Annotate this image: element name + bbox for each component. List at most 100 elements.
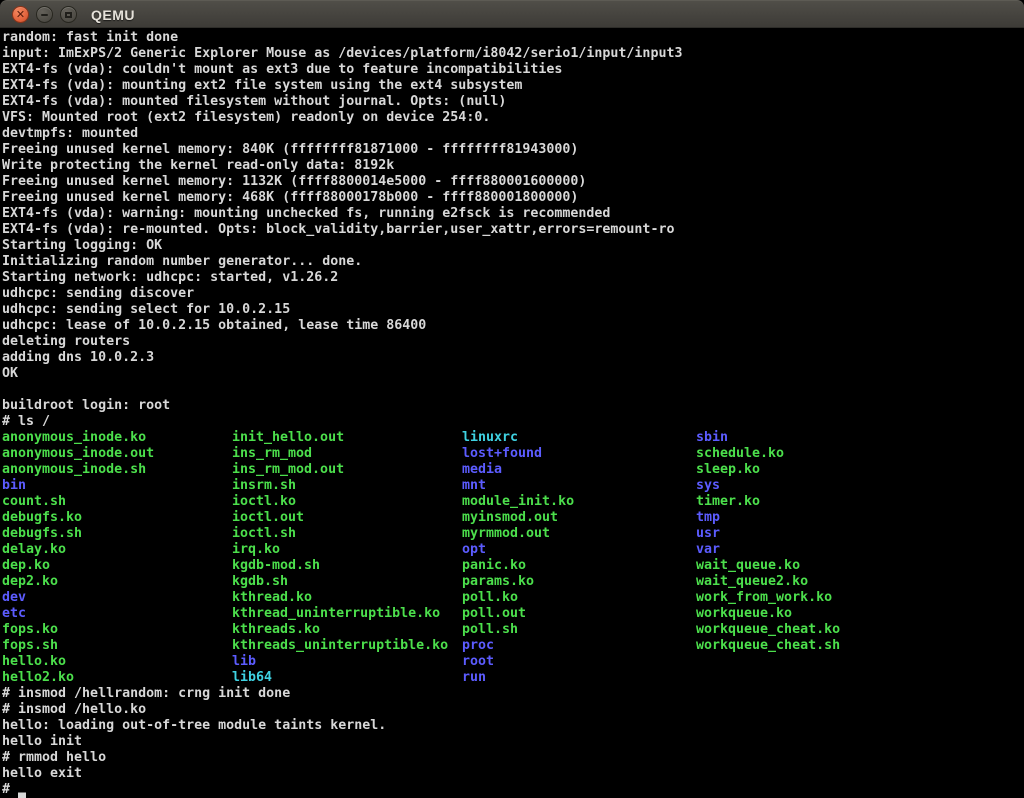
ls-entry: lib — [232, 654, 448, 670]
console-line: Starting network: udhcpc: started, v1.26… — [2, 270, 1024, 286]
ls-entry: usr — [696, 526, 840, 542]
console-line: EXT4-fs (vda): couldn't mount as ext3 du… — [2, 62, 1024, 78]
close-button[interactable]: ✕ — [12, 6, 29, 23]
maximize-button[interactable] — [60, 6, 77, 23]
ls-entry: root — [462, 654, 574, 670]
ls-entry: hello.ko — [2, 654, 154, 670]
ls-entry: poll.out — [462, 606, 574, 622]
ls-entry: workqueue.ko — [696, 606, 840, 622]
console-line: EXT4-fs (vda): mounting ext2 file system… — [2, 78, 1024, 94]
ls-entry: debugfs.sh — [2, 526, 154, 542]
ls-entry: ioctl.ko — [232, 494, 448, 510]
minimize-button[interactable] — [36, 6, 53, 23]
console-line: Freeing unused kernel memory: 1132K (fff… — [2, 174, 1024, 190]
console-line — [2, 382, 1024, 398]
ls-entry: ioctl.sh — [232, 526, 448, 542]
ls-entry: opt — [462, 542, 574, 558]
ls-entry: media — [462, 462, 574, 478]
ls-entry: irq.ko — [232, 542, 448, 558]
ls-entry: kthreads_uninterruptible.ko — [232, 638, 448, 654]
ls-column-1: anonymous_inode.koanonymous_inode.outano… — [2, 430, 154, 686]
ls-entry: bin — [2, 478, 154, 494]
ls-entry: delay.ko — [2, 542, 154, 558]
ls-entry: sleep.ko — [696, 462, 840, 478]
ls-entry: kthread.ko — [232, 590, 448, 606]
ls-entry: sys — [696, 478, 840, 494]
console-line: udhcpc: lease of 10.0.2.15 obtained, lea… — [2, 318, 1024, 334]
ls-entry: work_from_work.ko — [696, 590, 840, 606]
ls-entry: ins_rm_mod.out — [232, 462, 448, 478]
ls-entry: fops.sh — [2, 638, 154, 654]
console-line: Initializing random number generator... … — [2, 254, 1024, 270]
console-line: hello: loading out-of-tree module taints… — [2, 718, 1024, 734]
window-controls: ✕ — [12, 6, 77, 23]
console-line: OK — [2, 366, 1024, 382]
console-line: udhcpc: sending discover — [2, 286, 1024, 302]
ls-entry: mnt — [462, 478, 574, 494]
ls-entry: init_hello.out — [232, 430, 448, 446]
console-line: input: ImExPS/2 Generic Explorer Mouse a… — [2, 46, 1024, 62]
ls-entry: kthread_uninterruptible.ko — [232, 606, 448, 622]
ls-entry: kgdb-mod.sh — [232, 558, 448, 574]
ls-entry: insrm.sh — [232, 478, 448, 494]
console-line: Starting logging: OK — [2, 238, 1024, 254]
ls-entry: schedule.ko — [696, 446, 840, 462]
ls-entry: sbin — [696, 430, 840, 446]
console-line: udhcpc: sending select for 10.0.2.15 — [2, 302, 1024, 318]
ls-entry: anonymous_inode.ko — [2, 430, 154, 446]
console-line: devtmpfs: mounted — [2, 126, 1024, 142]
ls-entry: debugfs.ko — [2, 510, 154, 526]
ls-entry: count.sh — [2, 494, 154, 510]
ls-entry: panic.ko — [462, 558, 574, 574]
console-line: random: fast init done — [2, 30, 1024, 46]
ls-entry: linuxrc — [462, 430, 574, 446]
ls-entry: anonymous_inode.out — [2, 446, 154, 462]
console-line: # ls / — [2, 414, 1024, 430]
terminal-screen[interactable]: random: fast init doneinput: ImExPS/2 Ge… — [0, 28, 1024, 796]
console-line: deleting routers — [2, 334, 1024, 350]
ls-entry: module_init.ko — [462, 494, 574, 510]
ls-entry: run — [462, 670, 574, 686]
shell-log: # insmod /hellrandom: crng init done# in… — [2, 686, 1024, 782]
maximize-icon — [65, 12, 72, 18]
ls-column-4: sbinschedule.kosleep.kosystimer.kotmpusr… — [696, 430, 840, 654]
ls-entry: etc — [2, 606, 154, 622]
console-line: EXT4-fs (vda): mounted filesystem withou… — [2, 94, 1024, 110]
window-titlebar[interactable]: ✕ QEMU — [0, 0, 1024, 28]
console-line: Freeing unused kernel memory: 468K (ffff… — [2, 190, 1024, 206]
close-icon: ✕ — [16, 9, 25, 20]
minimize-icon — [41, 14, 48, 16]
shell-prompt: # — [2, 782, 18, 797]
ls-entry: lost+found — [462, 446, 574, 462]
ls-entry: kgdb.sh — [232, 574, 448, 590]
console-line: buildroot login: root — [2, 398, 1024, 414]
ls-entry: dep.ko — [2, 558, 154, 574]
console-line: EXT4-fs (vda): re-mounted. Opts: block_v… — [2, 222, 1024, 238]
console-line: adding dns 10.0.2.3 — [2, 350, 1024, 366]
ls-entry: params.ko — [462, 574, 574, 590]
ls-entry: myinsmod.out — [462, 510, 574, 526]
ls-entry: timer.ko — [696, 494, 840, 510]
ls-entry: wait_queue2.ko — [696, 574, 840, 590]
ls-entry: hello2.ko — [2, 670, 154, 686]
console-line: Write protecting the kernel read-only da… — [2, 158, 1024, 174]
ls-entry: ioctl.out — [232, 510, 448, 526]
console-line: hello exit — [2, 766, 1024, 782]
console-line: Freeing unused kernel memory: 840K (ffff… — [2, 142, 1024, 158]
console-line: VFS: Mounted root (ext2 filesystem) read… — [2, 110, 1024, 126]
ls-entry: wait_queue.ko — [696, 558, 840, 574]
ls-entry: poll.ko — [462, 590, 574, 606]
ls-column-2: init_hello.outins_rm_modins_rm_mod.outin… — [232, 430, 448, 686]
console-line: # rmmod hello — [2, 750, 1024, 766]
ls-entry: var — [696, 542, 840, 558]
ls-entry: workqueue_cheat.sh — [696, 638, 840, 654]
ls-entry: workqueue_cheat.ko — [696, 622, 840, 638]
window-title: QEMU — [91, 7, 135, 23]
console-line: # insmod /hello.ko — [2, 702, 1024, 718]
ls-entry: anonymous_inode.sh — [2, 462, 154, 478]
ls-column-3: linuxrclost+foundmediamntmodule_init.kom… — [462, 430, 574, 686]
ls-entry: tmp — [696, 510, 840, 526]
ls-entry: kthreads.ko — [232, 622, 448, 638]
ls-entry: ins_rm_mod — [232, 446, 448, 462]
console-line: # insmod /hellrandom: crng init done — [2, 686, 1024, 702]
